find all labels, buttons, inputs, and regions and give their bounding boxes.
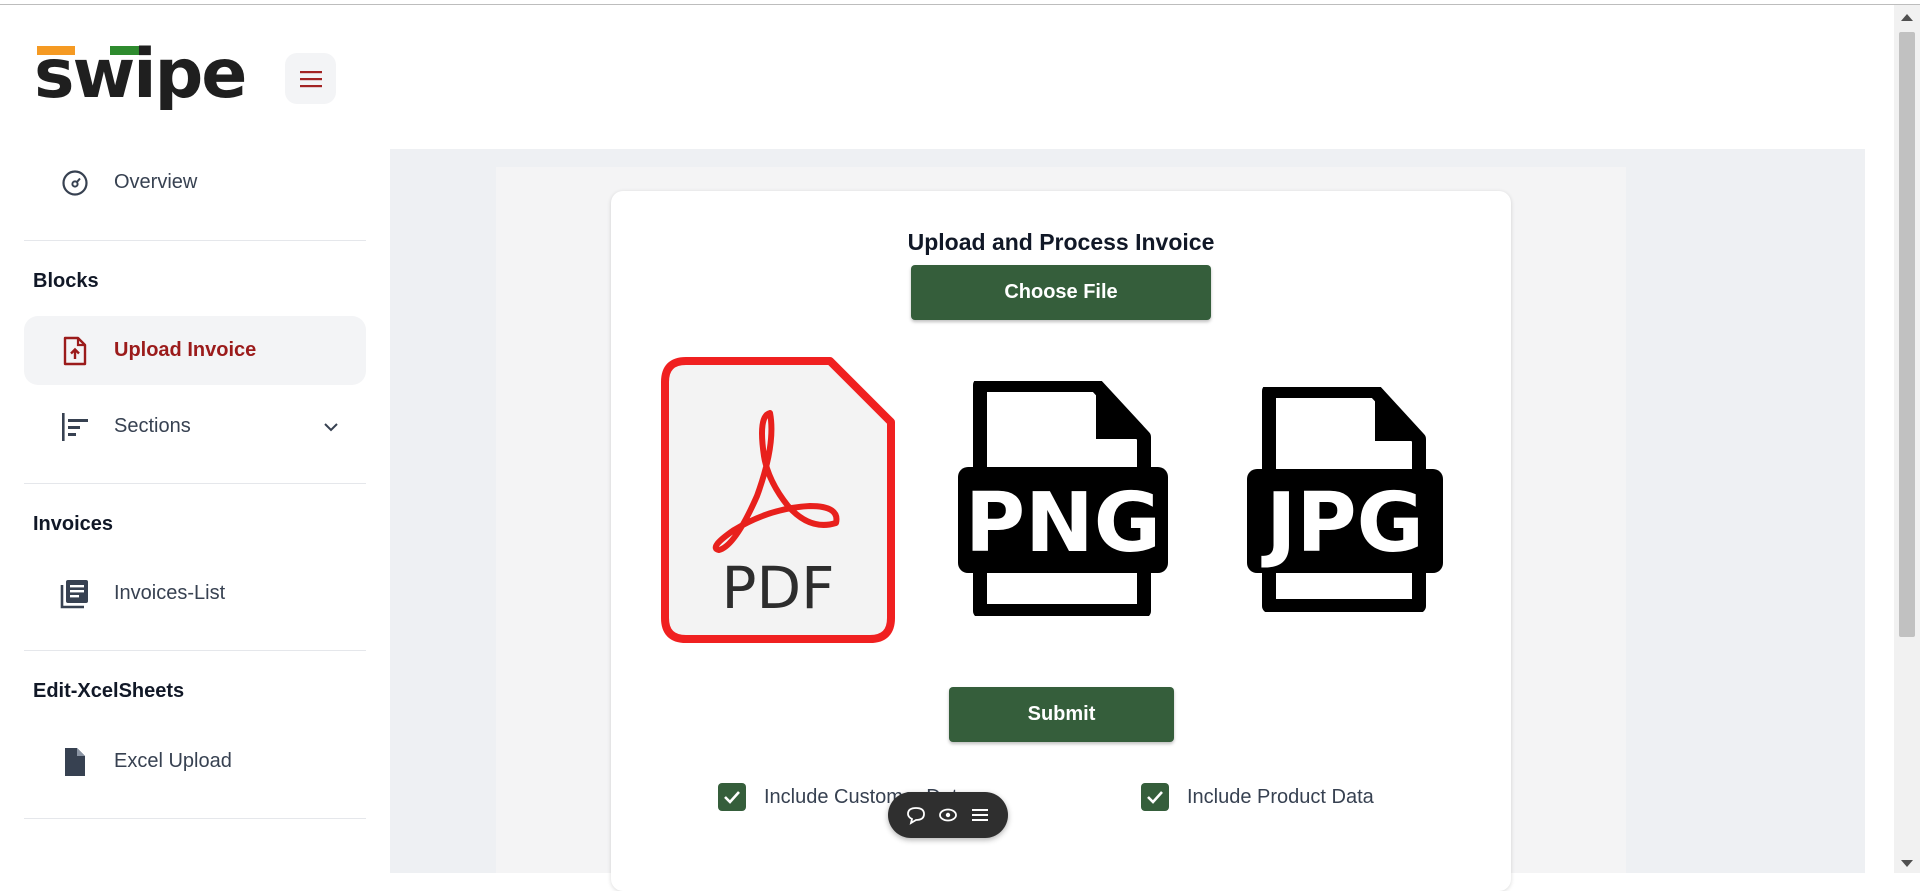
jpg-file-icon[interactable]: JPG xyxy=(1245,384,1445,617)
checkmark-icon xyxy=(1147,791,1163,804)
menu-icon[interactable] xyxy=(968,803,992,827)
file-upload-icon xyxy=(60,336,90,366)
floating-toolbar xyxy=(888,792,1008,838)
scroll-up-arrow[interactable] xyxy=(1901,14,1913,21)
divider xyxy=(24,650,366,651)
divider xyxy=(24,483,366,484)
sidebar-item-label: Upload Invoice xyxy=(114,339,257,361)
section-title-blocks: Blocks xyxy=(33,270,99,292)
divider xyxy=(24,240,366,241)
pdf-label: PDF xyxy=(722,554,835,622)
chevron-down-icon[interactable] xyxy=(322,418,340,436)
eye-icon[interactable] xyxy=(936,803,960,827)
vertical-scrollbar[interactable] xyxy=(1894,5,1920,873)
browser-top-edge xyxy=(0,0,1920,5)
sidebar-item-invoices-list[interactable]: Invoices-List xyxy=(24,559,366,628)
hamburger-icon xyxy=(299,70,322,87)
submit-button[interactable]: Submit xyxy=(949,687,1174,742)
upload-card: Upload and Process Invoice Choose File P… xyxy=(611,191,1511,891)
jpg-label: JPG xyxy=(1261,476,1424,571)
png-label: PNG xyxy=(965,476,1161,571)
menu-toggle-button[interactable] xyxy=(285,53,336,104)
checkbox-label: Include Product Data xyxy=(1187,785,1374,808)
sidebar-item-excel-upload[interactable]: Excel Upload xyxy=(24,727,366,796)
file-icon xyxy=(60,747,90,777)
align-left-icon xyxy=(60,412,90,442)
scroll-down-arrow[interactable] xyxy=(1901,860,1913,867)
sidebar-item-label: Invoices-List xyxy=(114,582,226,604)
png-file-icon[interactable]: PNG xyxy=(956,378,1171,621)
checkbox-checked[interactable] xyxy=(718,783,746,811)
sidebar-item-label: Overview xyxy=(114,171,198,193)
sidebar-item-overview[interactable]: Overview xyxy=(24,148,366,217)
swipe-logo[interactable]: swipe xyxy=(34,35,264,114)
sidebar-item-label: Excel Upload xyxy=(114,750,232,772)
sidebar-item-label: Sections xyxy=(114,415,191,437)
checkbox-checked[interactable] xyxy=(1141,783,1169,811)
include-product-data-checkbox[interactable]: Include Product Data xyxy=(1141,783,1374,811)
list-document-icon xyxy=(60,579,90,609)
sidebar-item-sections[interactable]: Sections xyxy=(24,392,366,461)
gauge-icon xyxy=(60,168,90,198)
scroll-thumb[interactable] xyxy=(1899,32,1915,637)
choose-file-button[interactable]: Choose File xyxy=(911,265,1211,320)
svg-text:swipe: swipe xyxy=(34,45,245,110)
sidebar: Overview Blocks Upload Invoice Sections xyxy=(0,140,380,873)
section-title-edit-xcelsheets: Edit-XcelSheets xyxy=(33,680,185,702)
divider xyxy=(24,818,366,819)
upload-title: Upload and Process Invoice xyxy=(907,229,1215,255)
pdf-file-icon[interactable]: PDF xyxy=(660,356,896,649)
sidebar-item-upload-invoice[interactable]: Upload Invoice xyxy=(24,316,366,385)
checkmark-icon xyxy=(724,791,740,804)
section-title-invoices: Invoices xyxy=(33,513,114,535)
comment-icon[interactable] xyxy=(904,803,928,827)
